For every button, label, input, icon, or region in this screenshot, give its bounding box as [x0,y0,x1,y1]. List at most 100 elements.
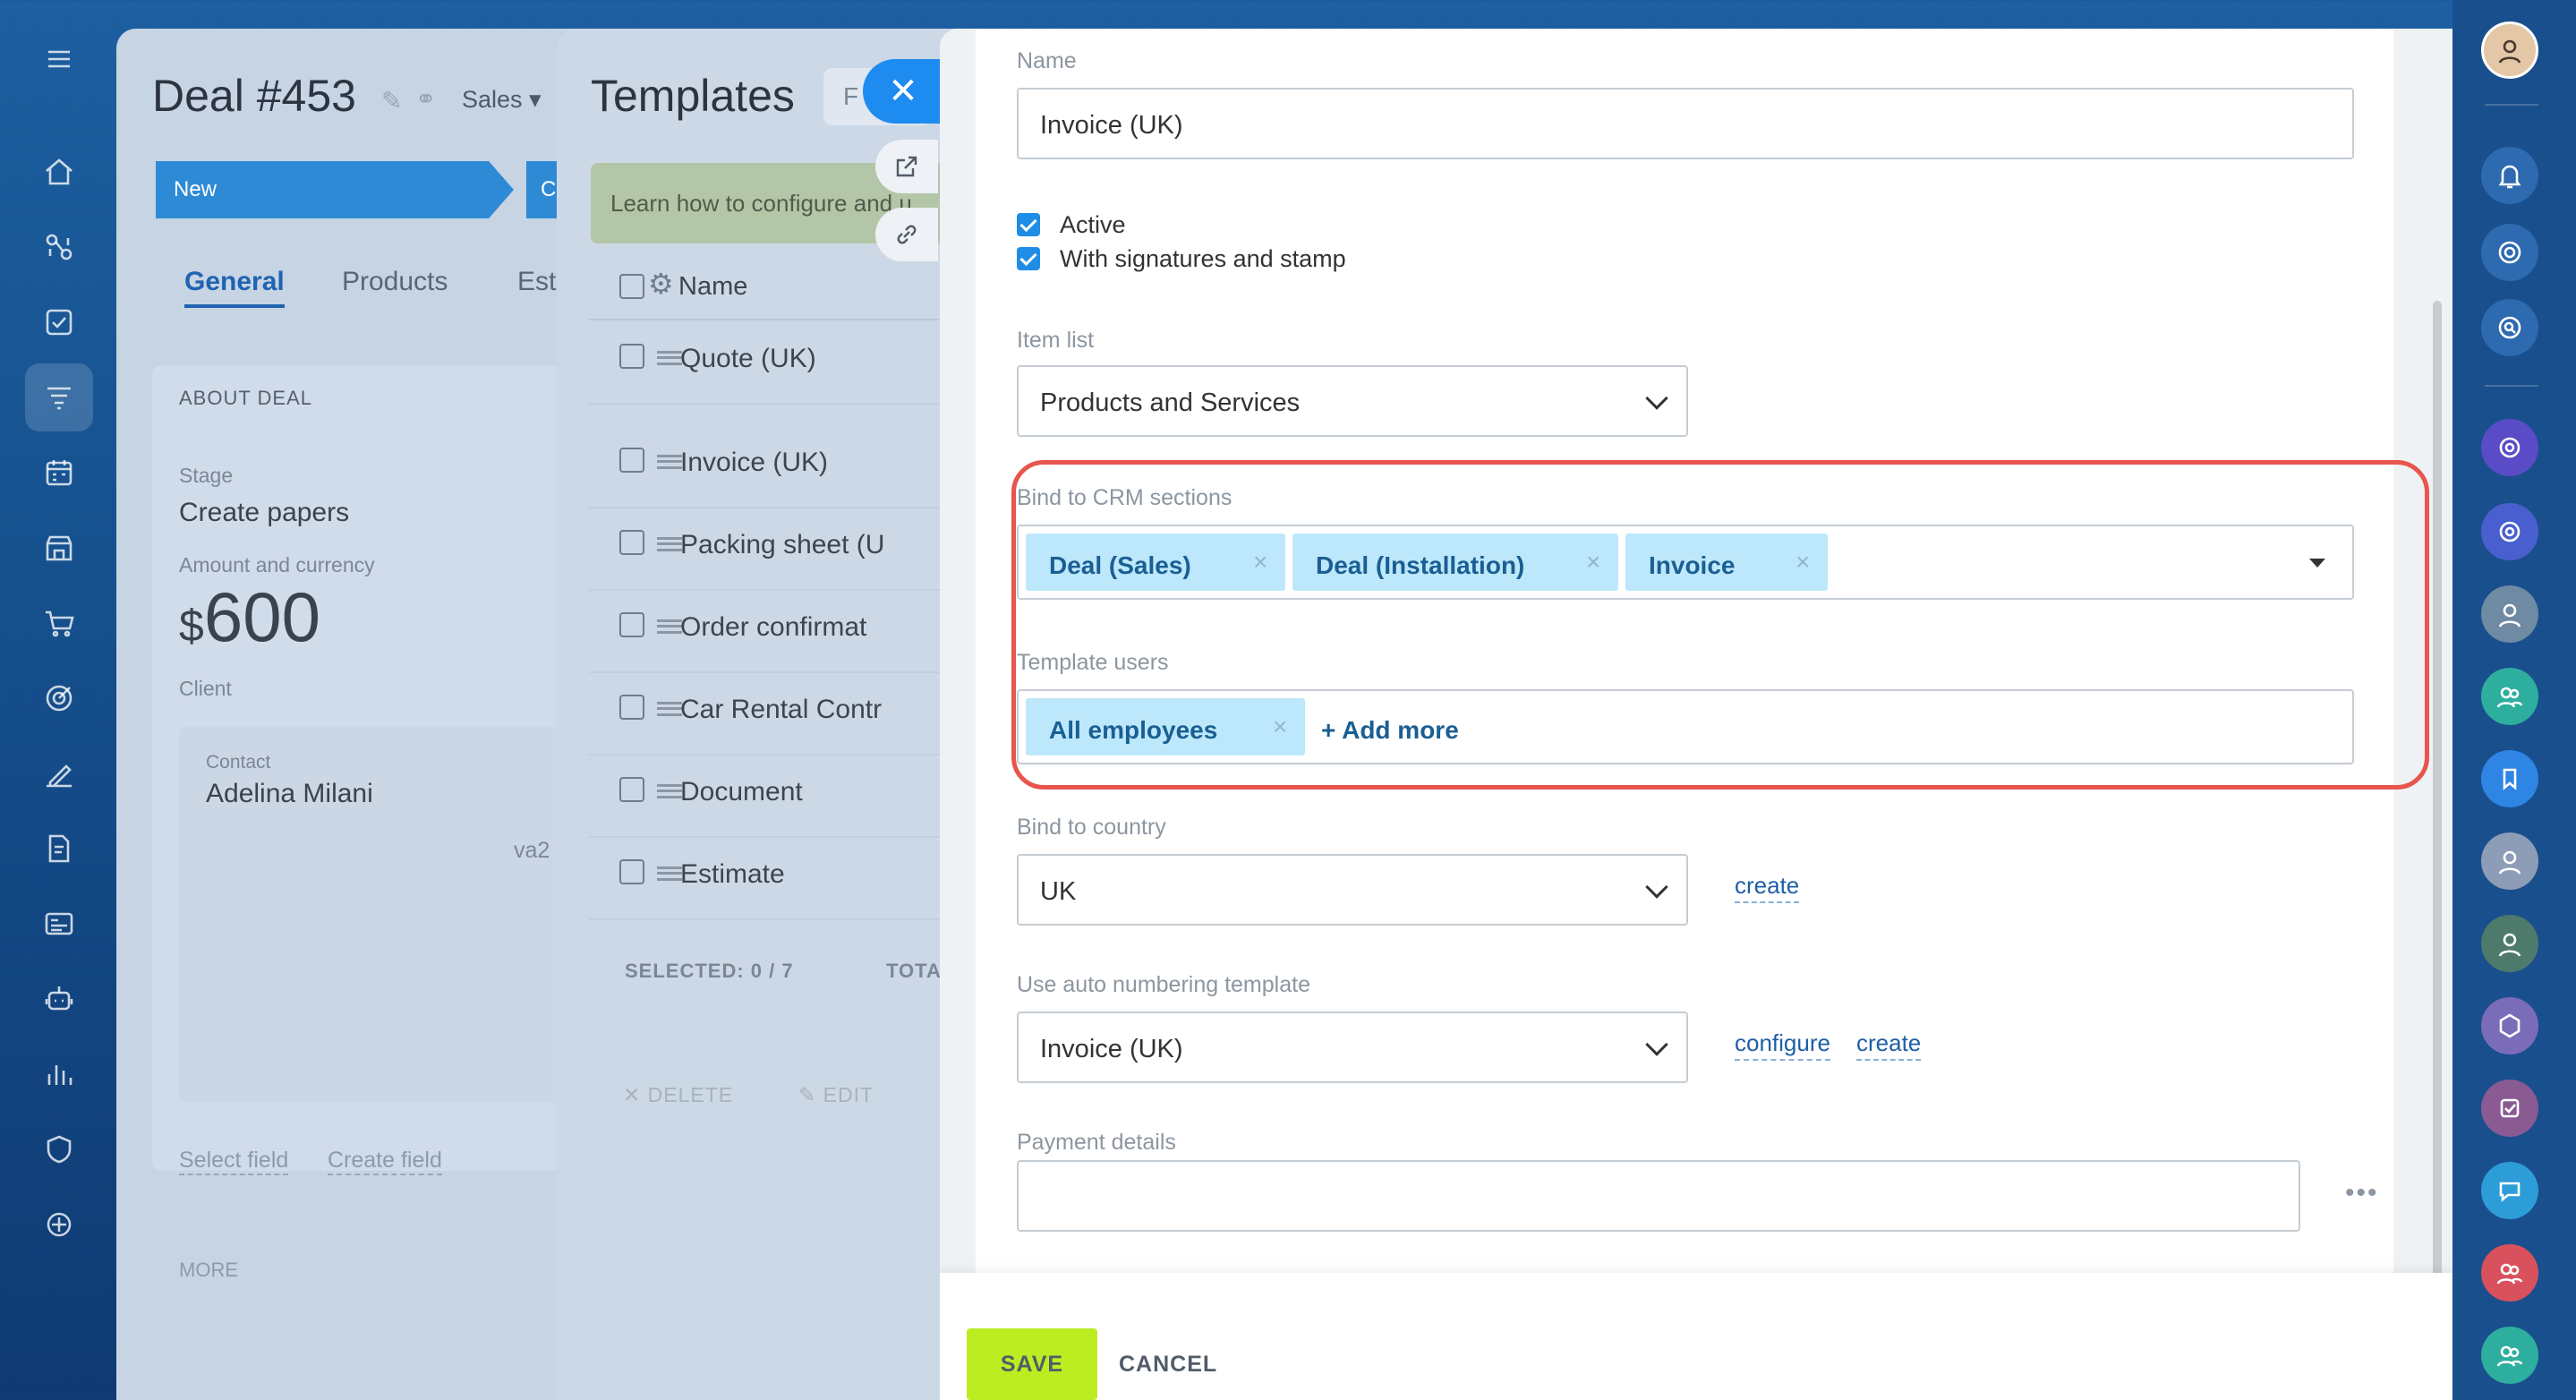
row-name[interactable]: Invoice (UK) [680,448,828,478]
country-select[interactable]: UK [1017,854,1688,926]
contact-avatar[interactable] [2481,915,2538,972]
table-row[interactable]: Quote (UK) [589,322,968,405]
drag-handle-icon[interactable] [657,455,682,469]
numbering-create-link[interactable]: create [1856,1029,1922,1061]
analytics-icon[interactable] [25,1040,93,1108]
table-row[interactable]: Estimate [589,838,968,920]
tab-estimate[interactable]: Est [517,267,556,297]
contact-name[interactable]: Adelina Milani [206,779,373,809]
save-button[interactable]: SAVE [967,1328,1097,1400]
tasks-icon[interactable] [25,288,93,356]
signatures-checkbox[interactable] [1017,247,1040,270]
group-avatar[interactable] [2481,997,2538,1054]
bookmark-icon[interactable] [2481,750,2538,807]
pipeline-selector[interactable]: Sales ▾ [462,86,542,114]
copy-link-icon[interactable] [875,208,938,261]
drag-handle-icon[interactable] [657,784,682,798]
robot-icon[interactable] [25,965,93,1033]
drag-handle-icon[interactable] [657,537,682,551]
row-checkbox[interactable] [619,859,644,884]
user-avatar[interactable] [2481,21,2538,79]
payment-details-input[interactable] [1017,1160,2300,1232]
group-chat-icon[interactable] [2481,668,2538,725]
drag-handle-icon[interactable] [657,619,682,634]
chat-icon[interactable] [2481,1162,2538,1219]
gear-icon[interactable]: ⚙ [648,267,674,301]
drag-handle-icon[interactable] [657,351,682,365]
sign-icon[interactable] [25,739,93,807]
column-name[interactable]: Name [678,272,747,302]
select-field-link[interactable]: Select field [179,1148,289,1175]
row-name[interactable]: Packing sheet (U [680,530,884,560]
country-value: UK [1040,877,1077,906]
edit-action[interactable]: ✎ EDIT [798,1083,874,1107]
group-chat-icon[interactable] [2481,1244,2538,1302]
bell-icon[interactable] [2481,147,2538,204]
contact-avatar[interactable] [2481,585,2538,643]
signatures-label[interactable]: With signatures and stamp [1060,245,1346,273]
row-checkbox[interactable] [619,612,644,637]
row-checkbox[interactable] [619,530,644,555]
table-row[interactable]: Order confirmat [589,591,968,673]
search-chat-icon[interactable] [2481,299,2538,356]
documents-icon[interactable] [25,815,93,883]
name-input[interactable]: Invoice (UK) [1017,88,2354,159]
table-row[interactable]: Invoice (UK) [589,426,968,508]
contact-label: Contact [206,752,271,773]
group-chat-icon[interactable] [2481,1327,2538,1384]
ai-assistant-icon[interactable] [2481,503,2538,560]
edit-icon[interactable]: ✎ [381,86,402,115]
shield-icon[interactable] [25,1115,93,1183]
row-name[interactable]: Order confirmat [680,612,866,643]
feed-icon[interactable] [25,213,93,281]
home-icon[interactable] [25,138,93,206]
row-checkbox[interactable] [619,695,644,720]
close-icon[interactable]: ✕ [863,59,943,124]
store-icon[interactable] [25,514,93,582]
create-field-link[interactable]: Create field [328,1148,442,1175]
row-name[interactable]: Document [680,777,803,807]
menu-icon[interactable] [25,25,93,93]
link-icon[interactable]: ⚭ [415,84,436,114]
scrollbar[interactable] [2433,301,2442,1285]
row-checkbox[interactable] [619,777,644,802]
amount-value: $600 [179,576,320,658]
row-name[interactable]: Quote (UK) [680,344,816,374]
delete-action[interactable]: ✕ DELETE [623,1083,733,1107]
numbering-configure-link[interactable]: configure [1735,1029,1830,1061]
numbering-select[interactable]: Invoice (UK) [1017,1012,1688,1083]
row-checkbox[interactable] [619,448,644,473]
name-label: Name [1017,48,1077,73]
crm-icon[interactable] [25,363,93,431]
help-icon[interactable] [25,1191,93,1259]
country-create-link[interactable]: create [1735,872,1800,903]
select-all-checkbox[interactable] [619,274,644,299]
calendar-icon[interactable] [25,439,93,507]
tab-general[interactable]: General [184,267,285,308]
payment-details-label: Payment details [1017,1130,1176,1155]
target-icon[interactable] [25,664,93,732]
item-list-select[interactable]: Products and Services [1017,365,1688,437]
cancel-button[interactable]: CANCEL [1119,1352,1217,1378]
active-checkbox[interactable] [1017,213,1040,236]
drag-handle-icon[interactable] [657,866,682,881]
active-label[interactable]: Active [1060,211,1126,239]
row-name[interactable]: Estimate [680,859,785,890]
tab-products[interactable]: Products [342,267,448,297]
more-options-icon[interactable]: ••• [2345,1178,2379,1208]
row-name[interactable]: Car Rental Contr [680,695,882,725]
table-row[interactable]: Car Rental Contr [589,673,968,755]
task-chat-icon[interactable] [2481,1080,2538,1137]
copilot-chat-icon[interactable] [2481,419,2538,476]
selected-count: SELECTED: 0 / 7 [625,960,794,982]
drag-handle-icon[interactable] [657,702,682,716]
news-icon[interactable] [25,890,93,958]
copilot-icon[interactable] [2481,224,2538,281]
table-row[interactable]: Document [589,755,968,838]
cart-icon[interactable] [25,589,93,657]
table-row[interactable]: Packing sheet (U [589,508,968,591]
open-in-new-window-icon[interactable] [875,140,938,193]
contact-avatar[interactable] [2481,832,2538,890]
stage-new[interactable]: New [156,161,514,218]
row-checkbox[interactable] [619,344,644,369]
